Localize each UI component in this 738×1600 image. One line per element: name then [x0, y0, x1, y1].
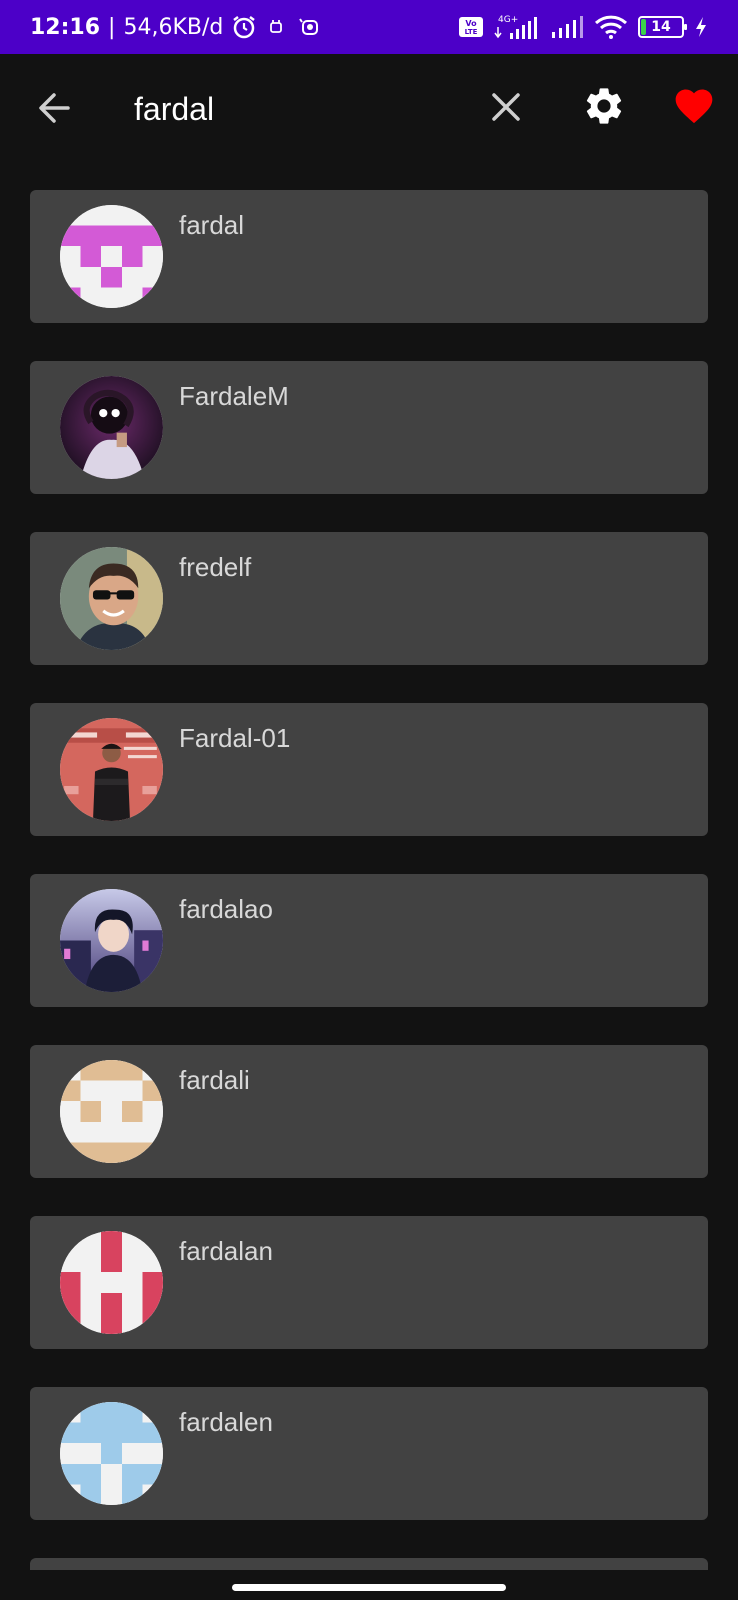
username: fardali [179, 1065, 250, 1095]
user-result-card[interactable]: Fardal-01 [30, 703, 708, 836]
svg-text:LTE: LTE [465, 28, 478, 36]
search-input[interactable] [134, 82, 454, 136]
close-icon[interactable] [486, 87, 526, 127]
username: Fardal-01 [179, 723, 291, 753]
avatar [60, 205, 163, 308]
notification-icon [265, 16, 287, 38]
wifi-icon [594, 14, 628, 40]
battery-icon: 14 [638, 16, 687, 38]
username: fardal [179, 210, 245, 240]
username: fardalen [179, 1407, 273, 1437]
user-result-card[interactable]: FardaleM [30, 361, 708, 494]
avatar [60, 547, 163, 650]
user-result-card[interactable]: fardalao [30, 874, 708, 1007]
charging-icon [694, 16, 708, 38]
avatar [60, 376, 163, 479]
back-arrow-icon[interactable] [34, 88, 74, 128]
signal-icon [550, 14, 584, 40]
status-speed: 54,6KB/d [123, 14, 224, 40]
alarm-icon [231, 14, 257, 40]
result-list: fardal FardaleM fredelf Fardal-01 fardal… [30, 190, 708, 1558]
status-divider: | [108, 14, 116, 40]
home-indicator[interactable] [232, 1584, 506, 1591]
user-result-card[interactable]: fardal [30, 190, 708, 323]
avatar [60, 1402, 163, 1505]
status-bar: 12:16 | 54,6KB/d Vo LTE 4G+ 14 [0, 0, 738, 54]
signal-4g-icon: 4G+ [494, 13, 540, 41]
svg-text:4G+: 4G+ [498, 15, 518, 25]
app-notification-icon [295, 16, 321, 38]
user-result-card[interactable]: fardali [30, 1045, 708, 1178]
app-header [0, 54, 738, 164]
navigation-bar [0, 1570, 738, 1600]
avatar [60, 1231, 163, 1334]
volte-icon: Vo LTE [458, 15, 484, 39]
user-result-card[interactable]: fardalan [30, 1216, 708, 1349]
battery-level: 14 [651, 19, 671, 35]
username: fredelf [179, 552, 252, 582]
svg-text:Vo: Vo [465, 19, 477, 28]
username: fardalao [179, 894, 273, 924]
username: FardaleM [179, 381, 289, 411]
status-time: 12:16 [30, 14, 101, 40]
heart-icon[interactable] [672, 84, 716, 128]
user-result-card[interactable]: fardalen [30, 1387, 708, 1520]
user-result-card[interactable]: fredelf [30, 532, 708, 665]
avatar [60, 1060, 163, 1163]
gear-icon[interactable] [582, 84, 626, 128]
username: fardalan [179, 1236, 273, 1266]
avatar [60, 718, 163, 821]
avatar [60, 889, 163, 992]
